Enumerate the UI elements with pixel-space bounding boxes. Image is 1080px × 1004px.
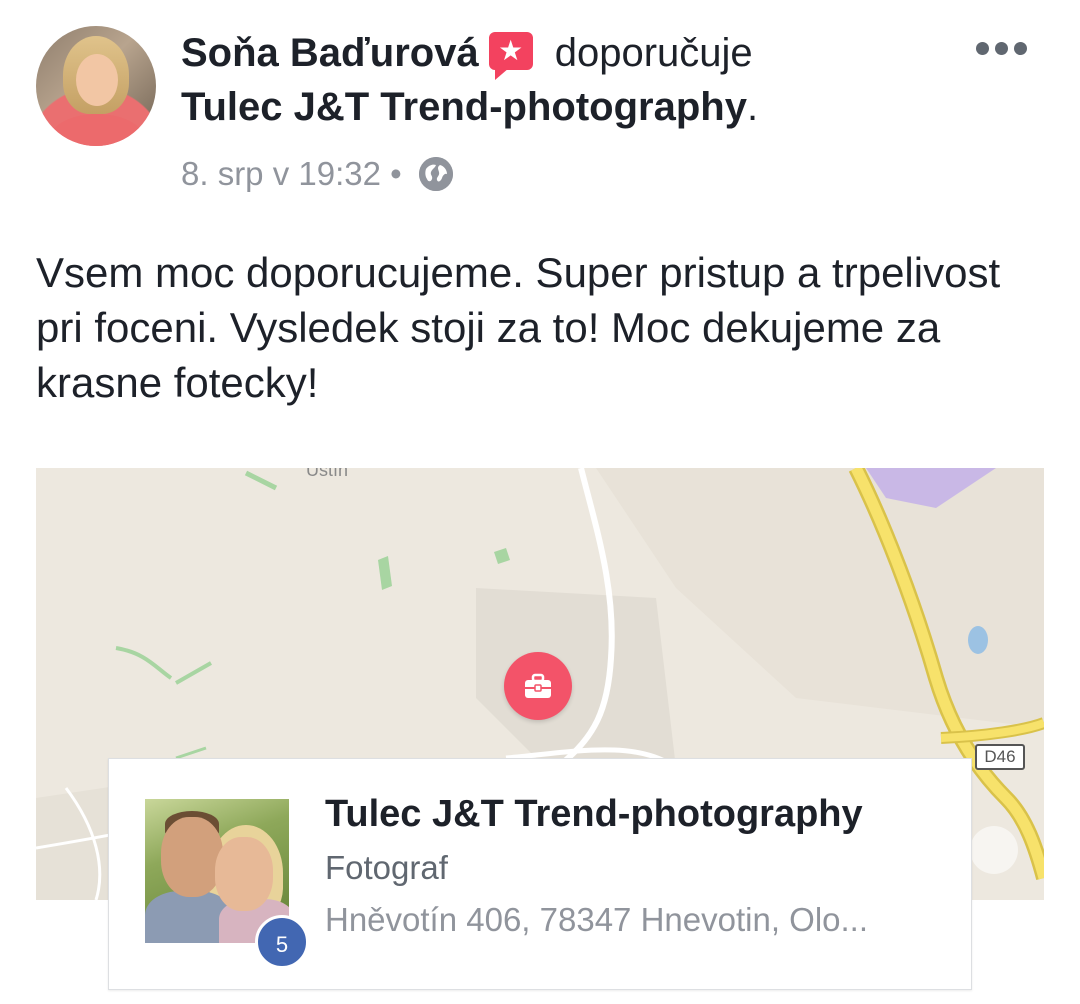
place-address: Hněvotín 406, 78347 Hnevotin, Olo... xyxy=(325,901,869,938)
author-avatar[interactable] xyxy=(36,26,156,146)
more-options-icon[interactable] xyxy=(976,40,1028,58)
globe-icon[interactable] xyxy=(418,157,453,191)
meta-separator: • xyxy=(390,155,402,192)
rating-badge: 5 xyxy=(255,915,309,969)
map-town-label: Ústín xyxy=(306,468,349,480)
post-header-line1: Soňa Baďurová ★ doporučuje xyxy=(181,26,981,80)
post-header-line2: Tulec J&T Trend-photography. xyxy=(181,80,981,134)
post-action: doporučuje xyxy=(554,31,753,75)
road-label: D46 xyxy=(975,744,1025,770)
avatar-shirt xyxy=(50,114,144,146)
feed-post: Soňa Baďurová ★ doporučuje Tulec J&T Trend… xyxy=(0,0,1080,1004)
briefcase-icon[interactable] xyxy=(504,652,572,720)
page-name-suffix: . xyxy=(746,85,759,129)
avatar-face xyxy=(76,54,118,106)
post-header: Soňa Baďurová ★ doporučuje Tulec J&T Trend… xyxy=(181,26,981,134)
place-card[interactable]: 5 Tulec J&T Trend-photography Fotograf H… xyxy=(108,758,972,990)
star-icon: ★ xyxy=(488,32,533,80)
post-meta: 8. srp v 19:32 • xyxy=(181,150,453,198)
post-body-text: Vsem moc doporucujeme. Super pristup a t… xyxy=(36,249,1001,406)
post-timestamp[interactable]: 8. srp v 19:32 xyxy=(181,155,381,192)
place-category: Fotograf xyxy=(325,849,448,886)
author-name[interactable]: Soňa Baďurová xyxy=(181,31,479,75)
place-name[interactable]: Tulec J&T Trend-photography xyxy=(325,793,863,836)
recommended-page-link[interactable]: Tulec J&T Trend-photography xyxy=(181,85,747,129)
